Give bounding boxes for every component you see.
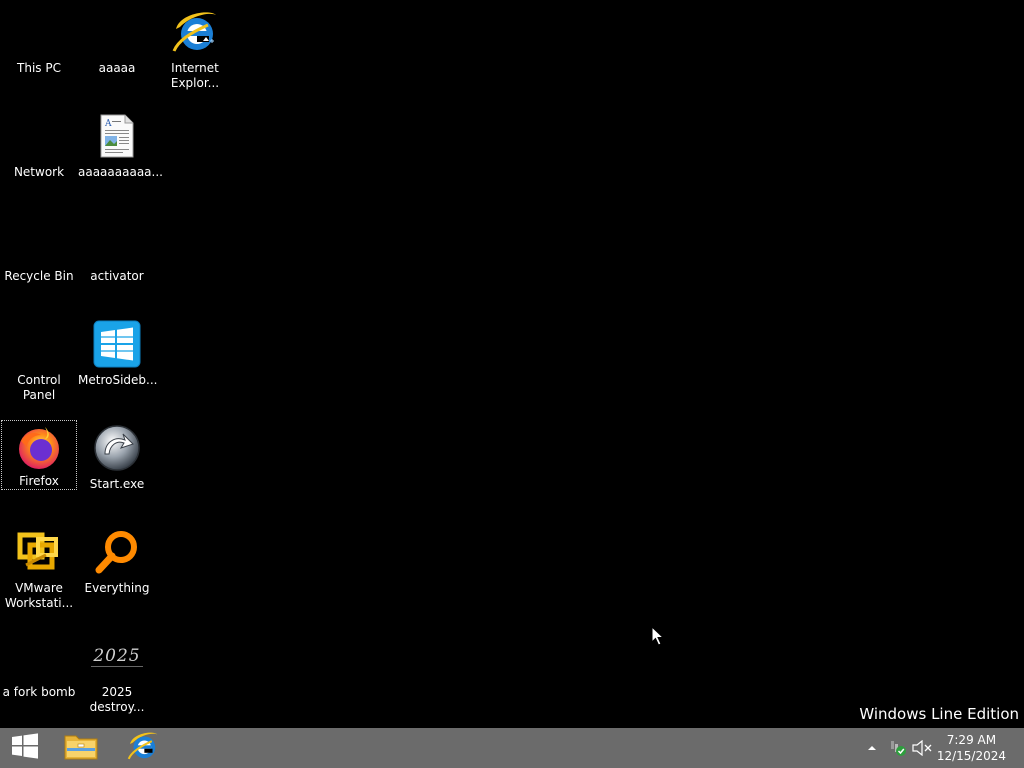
desktop-icon-label: MetroSideb... [78, 373, 158, 387]
start-exe-icon [91, 422, 143, 474]
internet-explorer-icon [126, 729, 160, 767]
clock-date: 12/15/2024 [936, 749, 1006, 763]
svg-text:A: A [104, 119, 112, 129]
desktop-icon-label: aaaaaaaaaa... [78, 165, 163, 179]
blank-icon [91, 214, 143, 266]
desktop-icon-label: Firefox [19, 474, 59, 488]
file-explorer-icon [64, 731, 98, 765]
desktop-icon-this-pc[interactable]: This PC [1, 4, 77, 102]
desktop-icon-aaaaa[interactable]: aaaaa [79, 4, 155, 102]
firefox-icon [13, 423, 65, 471]
desktop[interactable]: This PC Network Recycle Bin Control Pane… [0, 0, 1024, 728]
start-button[interactable] [0, 728, 50, 768]
desktop-icon-aaaaaaaaaa[interactable]: A aaaaaaaaaa... [78, 108, 163, 206]
desktop-icon-label: Everything [84, 581, 150, 595]
desktop-icon-label: Network [13, 165, 65, 179]
desktop-icon-metrosidebar[interactable]: MetroSideb... [78, 316, 158, 414]
desktop-icon-label: Start.exe [89, 477, 145, 491]
desktop-icon-label: Recycle Bin [4, 269, 74, 283]
desktop-icon-label: Internet Explor... [170, 61, 220, 90]
internet-explorer-icon [169, 6, 221, 58]
blank-icon [13, 630, 65, 682]
volume-muted-icon[interactable] [910, 740, 934, 756]
desktop-icon-label: aaaaa [98, 61, 136, 75]
taskbar-internet-explorer[interactable] [118, 728, 168, 768]
recycle-bin-icon [13, 214, 65, 266]
windows-logo-icon [11, 733, 39, 763]
desktop-icon-label: VMware Workstati... [4, 581, 74, 610]
desktop-icon-2025-destroy[interactable]: 2025 2025 destroy... [79, 628, 155, 726]
desktop-icon-label: activator [90, 269, 144, 283]
desktop-icon-internet-explorer[interactable]: Internet Explor... [157, 4, 233, 102]
desktop-icon-everything[interactable]: Everything [79, 524, 155, 622]
metro-sidebar-icon [91, 318, 143, 370]
network-icon [13, 110, 65, 162]
desktop-icon-activator[interactable]: activator [79, 212, 155, 310]
desktop-icon-fork-bomb[interactable]: a fork bomb [1, 628, 77, 726]
everything-search-icon [91, 526, 143, 578]
control-panel-icon [13, 318, 65, 370]
desktop-icon-recycle-bin[interactable]: Recycle Bin [1, 212, 77, 310]
network-status-icon[interactable] [886, 739, 910, 757]
blank-icon [91, 6, 143, 58]
taskbar-file-explorer[interactable] [56, 728, 106, 768]
desktop-icon-vmware[interactable]: VMware Workstati... [1, 524, 77, 622]
document-icon: A [91, 110, 143, 162]
desktop-icon-label: This PC [17, 61, 61, 75]
edition-watermark: Windows Line Edition [859, 705, 1019, 723]
chevron-up-icon[interactable] [864, 745, 880, 751]
2025-image-icon: 2025 [91, 630, 143, 682]
desktop-icon-start-exe[interactable]: Start.exe [79, 420, 155, 518]
2025-image-text: 2025 [91, 645, 143, 667]
desktop-icon-network[interactable]: Network [1, 108, 77, 206]
desktop-icon-control-panel[interactable]: Control Panel [1, 316, 77, 414]
this-pc-icon [13, 6, 65, 58]
desktop-icon-label: Control Panel [17, 373, 61, 402]
system-tray [864, 728, 934, 768]
clock-time: 7:29 AM [946, 733, 997, 747]
desktop-icon-label: 2025 destroy... [89, 685, 145, 714]
desktop-icon-firefox[interactable]: Firefox [1, 420, 77, 490]
mouse-cursor-icon [651, 625, 665, 650]
taskbar-clock[interactable]: 7:29 AM 12/15/2024 [937, 732, 1006, 764]
taskbar: 7:29 AM 12/15/2024 [0, 728, 1024, 768]
desktop-icon-label: a fork bomb [2, 685, 76, 699]
vmware-icon [13, 526, 65, 578]
